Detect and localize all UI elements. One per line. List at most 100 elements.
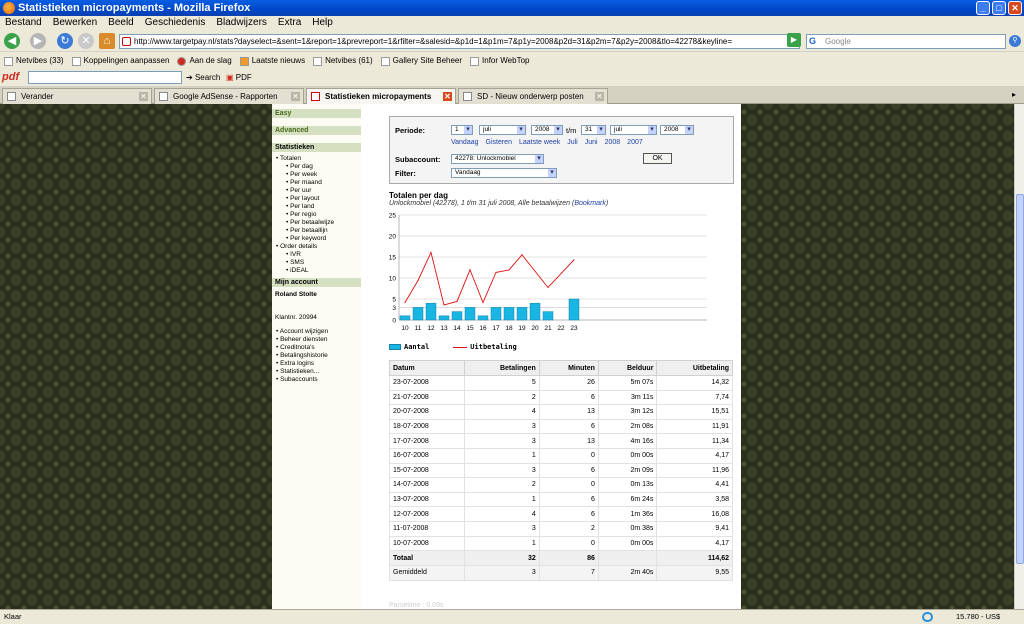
minimize-button[interactable]: _ — [976, 1, 990, 15]
sidebar-item-per-dag[interactable]: Per dag — [276, 163, 361, 171]
table-header-row: Datum Betalingen Minuten Belduur Uitbeta… — [389, 360, 733, 376]
period-start-day[interactable]: 1 — [451, 125, 473, 135]
col-belduur[interactable]: Belduur — [597, 360, 658, 376]
sidebar-item-per-keyword[interactable]: Per keyword — [276, 235, 361, 243]
close-tab-icon[interactable]: ✕ — [139, 92, 148, 101]
bookmark-item[interactable]: Aan de slag — [177, 53, 232, 69]
y-tick-label: 3 — [392, 305, 396, 312]
maximize-button[interactable]: □ — [992, 1, 1006, 15]
search-go-icon[interactable]: ⚲ — [1009, 35, 1021, 47]
bookmark-item[interactable]: Netvibes (33) — [4, 53, 64, 69]
sidebar-item-subaccounts[interactable]: Subaccounts — [276, 376, 361, 384]
forward-icon[interactable]: ▶ — [30, 33, 46, 49]
menu-help[interactable]: Help — [312, 16, 333, 30]
pdf-button[interactable]: ▣ PDF — [226, 71, 252, 84]
bookmark-item[interactable]: Netvibes (61) — [313, 53, 373, 69]
close-tab-icon[interactable]: ✕ — [443, 92, 452, 101]
url-bar[interactable]: http://www.targetpay.nl/stats?dayselect=… — [119, 34, 800, 49]
scrollbar-thumb[interactable] — [1016, 194, 1024, 564]
sidebar-advanced[interactable]: Advanced — [272, 126, 361, 135]
col-uitbetaling[interactable]: Uitbetaling — [656, 360, 733, 376]
link-laatste-week[interactable]: Laatste week — [519, 139, 560, 146]
tab-list-icon[interactable]: ▸ — [1012, 90, 1016, 99]
bookmark-item[interactable]: Gallery Site Beheer — [380, 53, 462, 69]
pdf-search-input[interactable] — [28, 71, 182, 84]
period-end-month[interactable]: juli — [610, 125, 657, 135]
period-end-year[interactable]: 2008 — [660, 125, 694, 135]
period-start-year[interactable]: 2008 — [531, 125, 563, 135]
subaccount-select[interactable]: 42278: Unlockmobiel — [451, 154, 544, 164]
menu-bewerken[interactable]: Bewerken — [53, 16, 97, 30]
chart-subtitle: Unlockmobiel (42278), 1 t/m 31 juli 2008… — [389, 200, 609, 207]
search-box[interactable]: G Google — [806, 34, 1006, 49]
sidebar-item-beheer-diensten[interactable]: Beheer diensten — [276, 336, 361, 344]
main-content: Periode: 1 juli 2008 t/m 31 juli 2008 Va… — [361, 104, 741, 609]
tab-verander[interactable]: Verander ✕ — [2, 88, 152, 104]
link-juli[interactable]: Juli — [567, 139, 578, 146]
bookmark-link[interactable]: Bookmark — [574, 200, 606, 207]
sidebar-item-ivr[interactable]: IVR — [276, 251, 361, 259]
bookmark-item[interactable]: Koppelingen aanpassen — [71, 53, 169, 69]
sidebar-item-order-details[interactable]: Order details — [276, 243, 361, 251]
table-cell: 0 — [538, 535, 599, 552]
sidebar-item-per-regio[interactable]: Per regio — [276, 211, 361, 219]
sidebar-item-ideal[interactable]: iDEAL — [276, 267, 361, 275]
link-gisteren[interactable]: Gisteren — [486, 139, 512, 146]
tab-statistieken[interactable]: Statistieken micropayments ✕ — [306, 88, 456, 104]
go-icon[interactable]: ▶ — [787, 33, 801, 47]
sidebar-item-per-betaalwijze[interactable]: Per betaalwijze — [276, 219, 361, 227]
link-2008[interactable]: 2008 — [605, 139, 621, 146]
sidebar-item-betalingshistorie[interactable]: Betalingshistorie — [276, 352, 361, 360]
tab-google-adsense[interactable]: Google AdSense - Rapporten ✕ — [154, 88, 304, 104]
table-cell: 0 — [538, 447, 599, 464]
home-icon[interactable]: ⌂ — [99, 33, 115, 49]
sidebar-item-per-maand[interactable]: Per maand — [276, 179, 361, 187]
period-end-day[interactable]: 31 — [581, 125, 606, 135]
ok-button[interactable]: OK — [643, 153, 672, 164]
y-tick-label: 25 — [389, 213, 397, 220]
sidebar-item-creditnota-s[interactable]: Creditnota's — [276, 344, 361, 352]
col-betalingen[interactable]: Betalingen — [463, 360, 540, 376]
point-uitbetaling — [573, 259, 575, 261]
close-tab-icon[interactable]: ✕ — [595, 92, 604, 101]
bookmark-item[interactable]: Infor WebTop — [470, 53, 529, 69]
pdf-search-button[interactable]: ➔ Search — [186, 71, 220, 84]
sidebar-item-extra-logins[interactable]: Extra logins — [276, 360, 361, 368]
sidebar-item-per-uur[interactable]: Per uur — [276, 187, 361, 195]
menu-extra[interactable]: Extra — [278, 16, 301, 30]
stop-icon[interactable]: ✕ — [78, 33, 94, 49]
google-icon[interactable]: G — [809, 36, 822, 47]
status-balance: 15.780 - US$ 665,13 — [956, 612, 1001, 621]
vertical-scrollbar[interactable] — [1014, 104, 1024, 609]
sidebar-item-per-betaallijn[interactable]: Per betaallijn — [276, 227, 361, 235]
col-datum[interactable]: Datum — [389, 360, 465, 376]
sidebar-item-sms[interactable]: SMS — [276, 259, 361, 267]
bookmark-item[interactable]: Laatste nieuws — [239, 53, 305, 69]
subaccount-label: Subaccount: — [395, 155, 441, 164]
close-tab-icon[interactable]: ✕ — [291, 92, 300, 101]
sidebar-item-per-layout[interactable]: Per layout — [276, 195, 361, 203]
menu-beeld[interactable]: Beeld — [108, 16, 134, 30]
close-button[interactable]: ✕ — [1008, 1, 1022, 15]
sidebar-item-per-land[interactable]: Per land — [276, 203, 361, 211]
table-cell: 1m 36s — [597, 506, 658, 522]
menu-bladwijzers[interactable]: Bladwijzers — [216, 16, 267, 30]
sidebar-item-per-week[interactable]: Per week — [276, 171, 361, 179]
sidebar-easy[interactable]: Easy — [272, 109, 361, 118]
sidebar-item-totalen[interactable]: Totalen — [276, 155, 361, 163]
link-2007[interactable]: 2007 — [627, 139, 643, 146]
menu-geschiedenis[interactable]: Geschiedenis — [145, 16, 206, 30]
filter-label: Filter: — [395, 169, 416, 178]
tab-sd-nieuw[interactable]: SD - Nieuw onderwerp posten ✕ — [458, 88, 608, 104]
period-start-month[interactable]: juli — [479, 125, 526, 135]
line-uitbetaling — [404, 251, 575, 306]
back-icon[interactable]: ◀ — [4, 33, 20, 49]
sidebar-item-statistieken-[interactable]: Statistieken... — [276, 368, 361, 376]
filter-select[interactable]: Vandaag — [451, 168, 557, 178]
link-vandaag[interactable]: Vandaag — [451, 139, 479, 146]
menu-bestand[interactable]: Bestand — [5, 16, 42, 30]
col-minuten[interactable]: Minuten — [538, 360, 599, 376]
sidebar-item-account-wijzigen[interactable]: Account wijzigen — [276, 328, 361, 336]
link-juni[interactable]: Juni — [585, 139, 598, 146]
reload-icon[interactable]: ↻ — [57, 33, 73, 49]
